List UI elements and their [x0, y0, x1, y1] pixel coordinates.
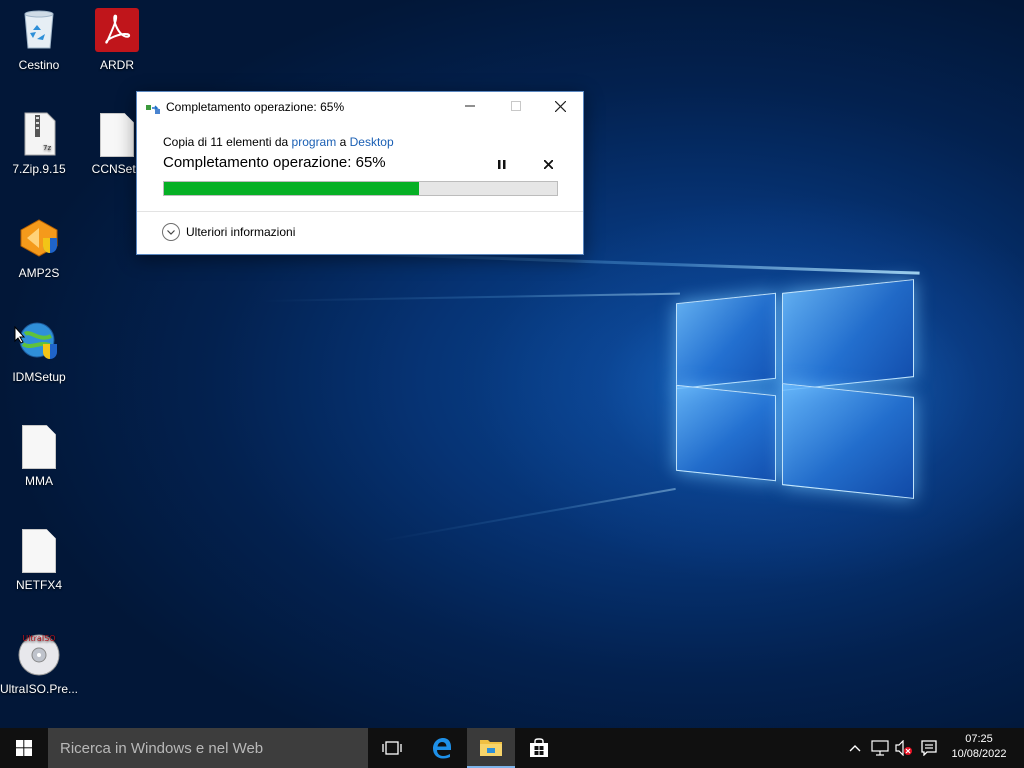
operation-status: Completamento operazione: 65% [163, 154, 386, 171]
edge-browser-icon [433, 738, 451, 759]
task-view-icon [382, 741, 402, 755]
ultraiso-logo-text: UltraISO [22, 634, 55, 643]
copy-progress-dialog: Completamento operazione: 65% Copia di 1… [136, 91, 584, 255]
desktop-icon-label: 7.Zip.9.15 [12, 162, 66, 176]
chevron-down-icon [162, 223, 180, 241]
task-view-button[interactable] [368, 728, 416, 768]
maximize-button[interactable] [493, 92, 539, 120]
desktop-icon-label: IDMSetup [12, 370, 66, 384]
windows-start-icon [16, 740, 32, 756]
start-button[interactable] [0, 728, 48, 768]
file-explorer-icon [480, 740, 502, 756]
file-icon [95, 112, 139, 157]
mouse-cursor-icon [14, 325, 26, 349]
volume-tray-button[interactable] [895, 740, 913, 756]
action-center-button[interactable] [920, 740, 938, 756]
destination-folder-link[interactable]: Desktop [350, 135, 394, 149]
search-placeholder: Ricerca in Windows e nel Web [60, 739, 264, 757]
desktop-icon-label: ARDR [99, 58, 134, 72]
copy-description: Copia di 11 elementi da program a Deskto… [163, 135, 394, 149]
desktop-icon-mma[interactable]: MMA [0, 424, 78, 488]
notification-icon [921, 740, 937, 756]
desktop-icon-label: NETFX4 [15, 578, 62, 592]
acrobat-reader-icon [95, 8, 139, 52]
svg-text:7z: 7z [43, 144, 51, 152]
close-icon [554, 100, 566, 112]
copy-description-connector: a [339, 135, 347, 149]
desktop-icon-recycle-bin[interactable]: Cestino [0, 8, 78, 72]
file-icon [17, 528, 61, 573]
clock-date: 10/08/2022 [951, 748, 1007, 760]
minimize-icon [465, 105, 475, 107]
taskbar-file-explorer-button[interactable] [467, 728, 515, 768]
pause-button[interactable] [492, 154, 512, 174]
show-hidden-icons-button[interactable] [846, 740, 864, 756]
progress-bar-fill [164, 182, 420, 195]
dialog-title: Completamento operazione: 65% [166, 100, 345, 114]
windows-logo-graphic [676, 268, 914, 508]
close-window-button[interactable] [537, 92, 583, 120]
clock-time: 07:25 [965, 733, 993, 745]
minimize-button[interactable] [447, 92, 493, 120]
installer-icon [17, 216, 61, 260]
taskbar-clock[interactable]: 07:25 10/08/2022 [944, 732, 1014, 762]
more-info-toggle[interactable]: Ulteriori informazioni [162, 223, 295, 241]
store-bag-icon [530, 738, 548, 757]
taskbar-search-box[interactable]: Ricerca in Windows e nel Web [48, 728, 368, 768]
taskbar: Ricerca in Windows e nel Web 07:25 10/08… [0, 728, 1024, 768]
copy-operation-icon [146, 101, 160, 114]
volume-muted-icon [895, 740, 912, 756]
source-folder-link[interactable]: program [292, 135, 337, 149]
dialog-divider [137, 211, 583, 212]
dialog-titlebar[interactable]: Completamento operazione: 65% [137, 92, 583, 120]
desktop-icon-idmsetup[interactable]: IDMSetup [0, 320, 78, 384]
desktop-icon-ardr[interactable]: ARDR [78, 8, 156, 72]
more-info-label: Ulteriori informazioni [186, 225, 296, 239]
desktop-icon-label: Cestino [18, 58, 60, 72]
desktop-icon-ultraiso[interactable]: UltraISO UltraISO.Pre... [0, 632, 78, 696]
desktop-icon-label: AMP2S [18, 266, 60, 280]
zip-file-icon: 7z [17, 112, 61, 156]
pause-icon [498, 159, 506, 169]
desktop-icon-label: UltraISO.Pre... [0, 682, 78, 696]
network-tray-button[interactable] [871, 740, 889, 756]
cancel-icon [543, 159, 553, 169]
desktop-icon-netfx4[interactable]: NETFX4 [0, 528, 78, 592]
cancel-operation-button[interactable] [538, 154, 558, 174]
taskbar-edge-button[interactable] [418, 728, 466, 768]
ultraiso-icon: UltraISO [17, 632, 61, 676]
chevron-up-icon [849, 745, 861, 752]
taskbar-store-button[interactable] [515, 728, 563, 768]
progress-bar [163, 181, 558, 196]
maximize-icon [511, 101, 521, 111]
recycle-bin-icon [17, 8, 61, 52]
file-icon [17, 424, 61, 469]
copy-description-prefix: Copia di 11 elementi da [163, 135, 289, 149]
desktop-icon-label: MMA [25, 474, 53, 488]
desktop-icon-7zip[interactable]: 7z 7.Zip.9.15 [0, 112, 78, 176]
desktop-icon-amp2s[interactable]: AMP2S [0, 216, 78, 280]
network-icon [871, 740, 889, 756]
